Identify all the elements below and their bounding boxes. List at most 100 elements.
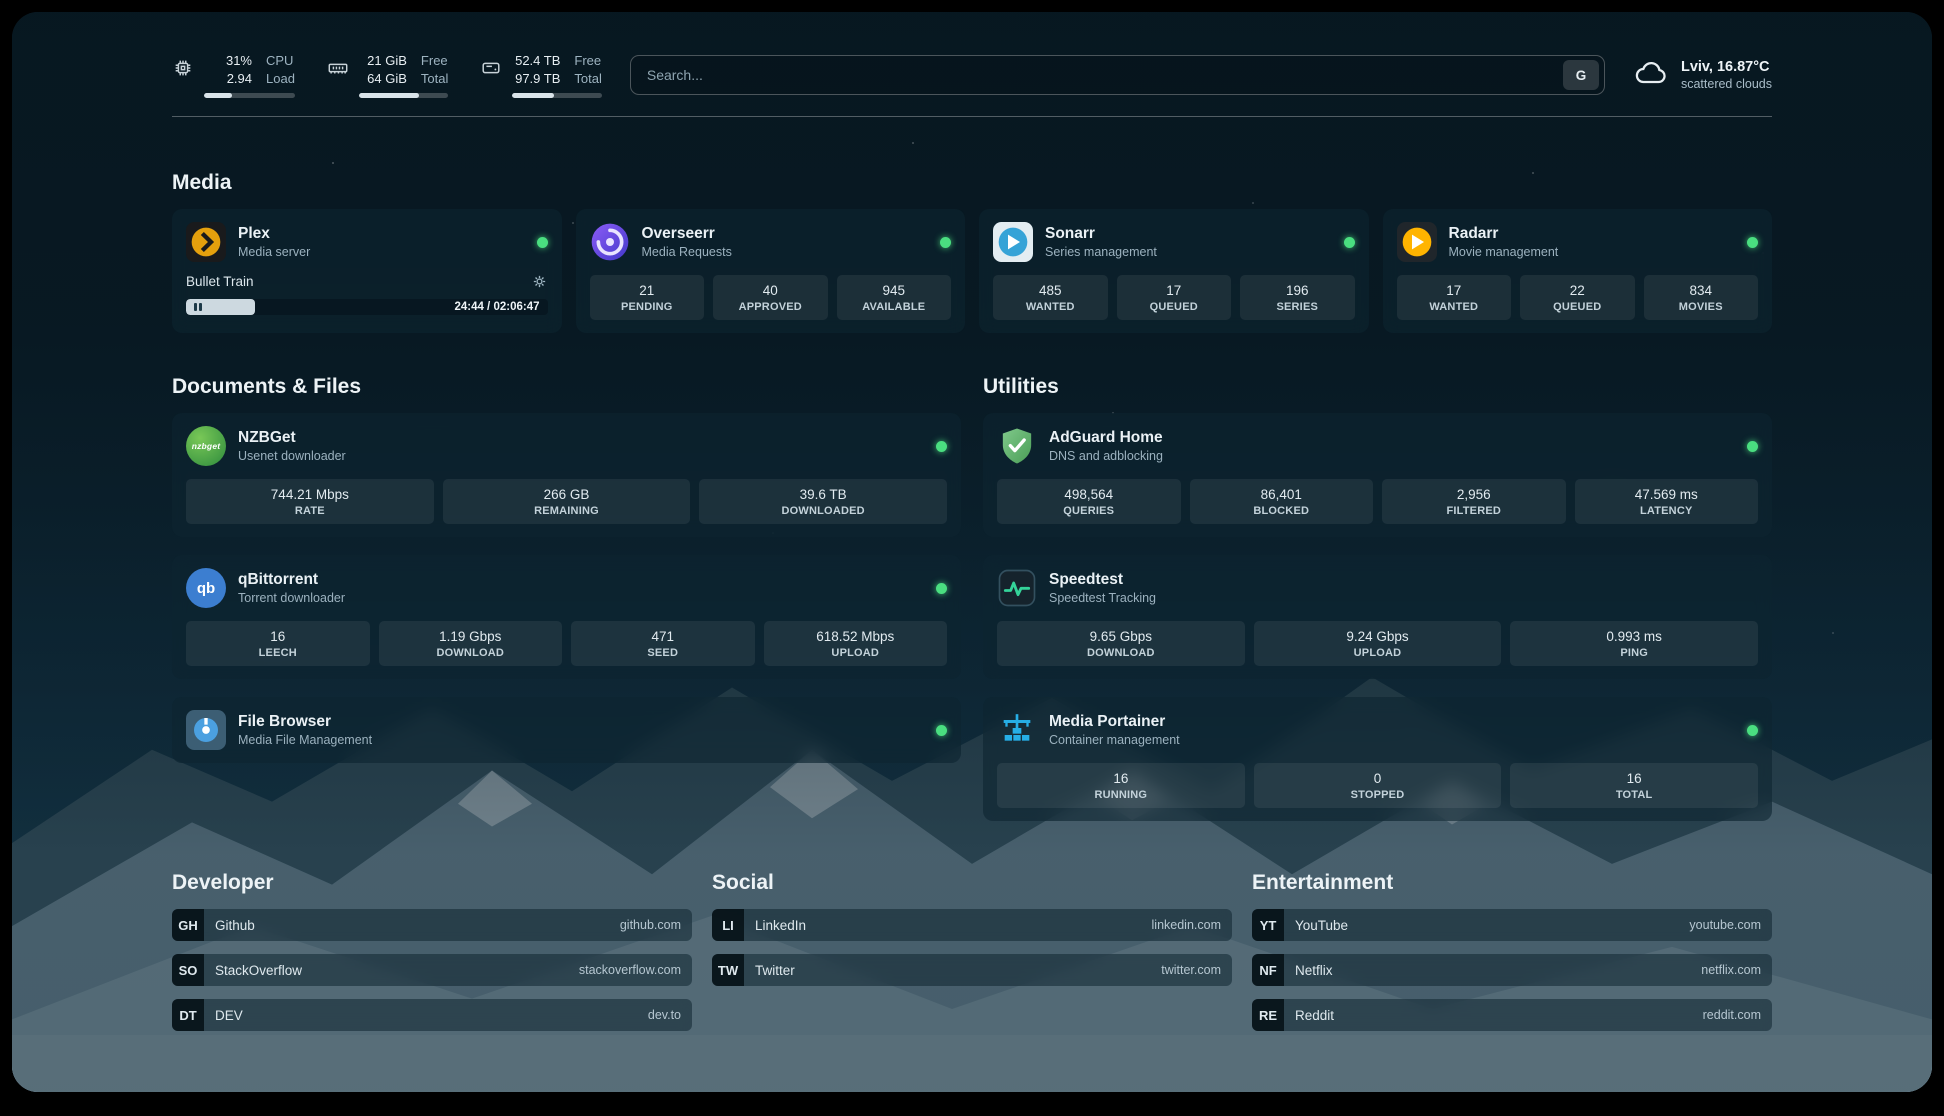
stat-queued: 17QUEUED (1117, 275, 1232, 320)
service-name: Speedtest (1049, 571, 1156, 589)
service-card-qbittorrent[interactable]: qb qBittorrent Torrent downloader 16LEEC… (172, 555, 961, 679)
disk-icon (480, 57, 502, 79)
status-dot (1747, 237, 1758, 248)
stat-download: 9.65 GbpsDOWNLOAD (997, 621, 1245, 666)
service-name: Plex (238, 225, 310, 243)
service-card-sonarr[interactable]: Sonarr Series management 485WANTED 17QUE… (979, 209, 1369, 333)
weather-condition: scattered clouds (1681, 77, 1772, 91)
sonarr-icon (993, 222, 1033, 262)
now-playing-title: Bullet Train (186, 274, 254, 289)
bookmark-twitter[interactable]: TW Twitter twitter.com (712, 954, 1232, 986)
service-description: Container management (1049, 733, 1180, 747)
bookmark-stackoverflow[interactable]: SO StackOverflow stackoverflow.com (172, 954, 692, 986)
cloud-icon (1633, 55, 1669, 96)
section-title-utilities: Utilities (983, 375, 1772, 399)
service-card-overseerr[interactable]: Overseerr Media Requests 21PENDING 40APP… (576, 209, 966, 333)
service-card-speedtest[interactable]: Speedtest Speedtest Tracking 9.65 GbpsDO… (983, 555, 1772, 679)
service-card-filebrowser[interactable]: File Browser Media File Management (172, 697, 961, 763)
section-title-developer: Developer (172, 871, 692, 895)
service-description: Usenet downloader (238, 449, 346, 463)
disk-progress-bar (512, 93, 601, 98)
bookmark-badge: LI (712, 909, 744, 941)
service-card-plex[interactable]: Plex Media server Bullet Train (172, 209, 562, 333)
gear-icon[interactable] (531, 273, 548, 290)
search-input[interactable] (645, 66, 1563, 84)
stat-wanted: 485WANTED (993, 275, 1108, 320)
stat-filtered: 2,956FILTERED (1382, 479, 1566, 524)
search-provider-button[interactable]: G (1563, 60, 1599, 90)
service-name: Media Portainer (1049, 713, 1180, 731)
service-name: qBittorrent (238, 571, 345, 589)
service-description: DNS and adblocking (1049, 449, 1163, 463)
bookmark-youtube[interactable]: YT YouTube youtube.com (1252, 909, 1772, 941)
speedtest-icon (997, 568, 1037, 608)
stat-available: 945AVAILABLE (837, 275, 952, 320)
service-name: File Browser (238, 713, 372, 731)
memory-total: 64 GiB (359, 70, 407, 87)
bookmark-badge: GH (172, 909, 204, 941)
stat-latency: 47.569 msLATENCY (1575, 479, 1759, 524)
bookmark-dev[interactable]: DT DEV dev.to (172, 999, 692, 1031)
dashboard-window: 31% CPU 2.94 Load 21 (12, 12, 1932, 1092)
stat-wanted: 17WANTED (1397, 275, 1512, 320)
top-bar: 31% CPU 2.94 Load 21 (172, 46, 1772, 104)
service-name: NZBGet (238, 429, 346, 447)
service-card-radarr[interactable]: Radarr Movie management 17WANTED 22QUEUE… (1383, 209, 1773, 333)
pause-icon[interactable] (194, 303, 202, 311)
playback-time: 24:44 / 02:06:47 (454, 301, 539, 313)
memory-widget: 21 GiB Free 64 GiB Total (327, 52, 448, 98)
stat-download: 1.19 GbpsDOWNLOAD (379, 621, 563, 666)
stat-stopped: 0STOPPED (1254, 763, 1502, 808)
portainer-icon (997, 710, 1037, 750)
service-name: Sonarr (1045, 225, 1157, 243)
section-documents: Documents & Files nzbget NZBGet Usenet d… (172, 375, 961, 821)
section-social: Social LI LinkedIn linkedin.com TW Twitt… (712, 871, 1232, 1031)
filebrowser-icon (186, 710, 226, 750)
plex-icon (186, 222, 226, 262)
bookmark-badge: DT (172, 999, 204, 1031)
section-developer: Developer GH Github github.com SO StackO… (172, 871, 692, 1031)
bookmark-reddit[interactable]: RE Reddit reddit.com (1252, 999, 1772, 1031)
bookmark-badge: RE (1252, 999, 1284, 1031)
service-description: Media Requests (642, 245, 732, 259)
service-card-adguard[interactable]: AdGuard Home DNS and adblocking 498,564Q… (983, 413, 1772, 537)
stat-blocked: 86,401BLOCKED (1190, 479, 1374, 524)
memory-total-label: Total (421, 70, 448, 87)
service-card-portainer[interactable]: Media Portainer Container management 16R… (983, 697, 1772, 821)
system-widgets: 31% CPU 2.94 Load 21 (172, 52, 602, 98)
memory-free: 21 GiB (359, 52, 407, 69)
status-dot (1747, 725, 1758, 736)
status-dot (936, 725, 947, 736)
stat-upload: 618.52 MbpsUPLOAD (764, 621, 948, 666)
stat-rate: 744.21 MbpsRATE (186, 479, 434, 524)
bookmark-badge: SO (172, 954, 204, 986)
bookmark-linkedin[interactable]: LI LinkedIn linkedin.com (712, 909, 1232, 941)
bookmark-badge: NF (1252, 954, 1284, 986)
section-entertainment: Entertainment YT YouTube youtube.com NF … (1252, 871, 1772, 1031)
stat-movies: 834MOVIES (1644, 275, 1759, 320)
service-description: Series management (1045, 245, 1157, 259)
nzbget-icon: nzbget (186, 426, 226, 466)
playback-progress-bar[interactable]: 24:44 / 02:06:47 (186, 299, 548, 315)
status-dot (537, 237, 548, 248)
weather-location: Lviv, 16.87°C (1681, 59, 1772, 75)
stat-upload: 9.24 GbpsUPLOAD (1254, 621, 1502, 666)
stat-series: 196SERIES (1240, 275, 1355, 320)
stat-pending: 21PENDING (590, 275, 705, 320)
cpu-label: CPU (266, 52, 295, 69)
bookmark-github[interactable]: GH Github github.com (172, 909, 692, 941)
cpu-load: 2.94 (204, 70, 252, 87)
status-dot (940, 237, 951, 248)
status-dot (936, 583, 947, 594)
stat-seed: 471SEED (571, 621, 755, 666)
service-description: Media server (238, 245, 310, 259)
stat-ping: 0.993 msPING (1510, 621, 1758, 666)
service-card-nzbget[interactable]: nzbget NZBGet Usenet downloader 744.21 M… (172, 413, 961, 537)
adguard-icon (997, 426, 1037, 466)
stat-total: 16TOTAL (1510, 763, 1758, 808)
service-name: Radarr (1449, 225, 1559, 243)
disk-widget: 52.4 TB Free 97.9 TB Total (480, 52, 601, 98)
stat-queued: 22QUEUED (1520, 275, 1635, 320)
disk-free: 52.4 TB (512, 52, 560, 69)
bookmark-netflix[interactable]: NF Netflix netflix.com (1252, 954, 1772, 986)
